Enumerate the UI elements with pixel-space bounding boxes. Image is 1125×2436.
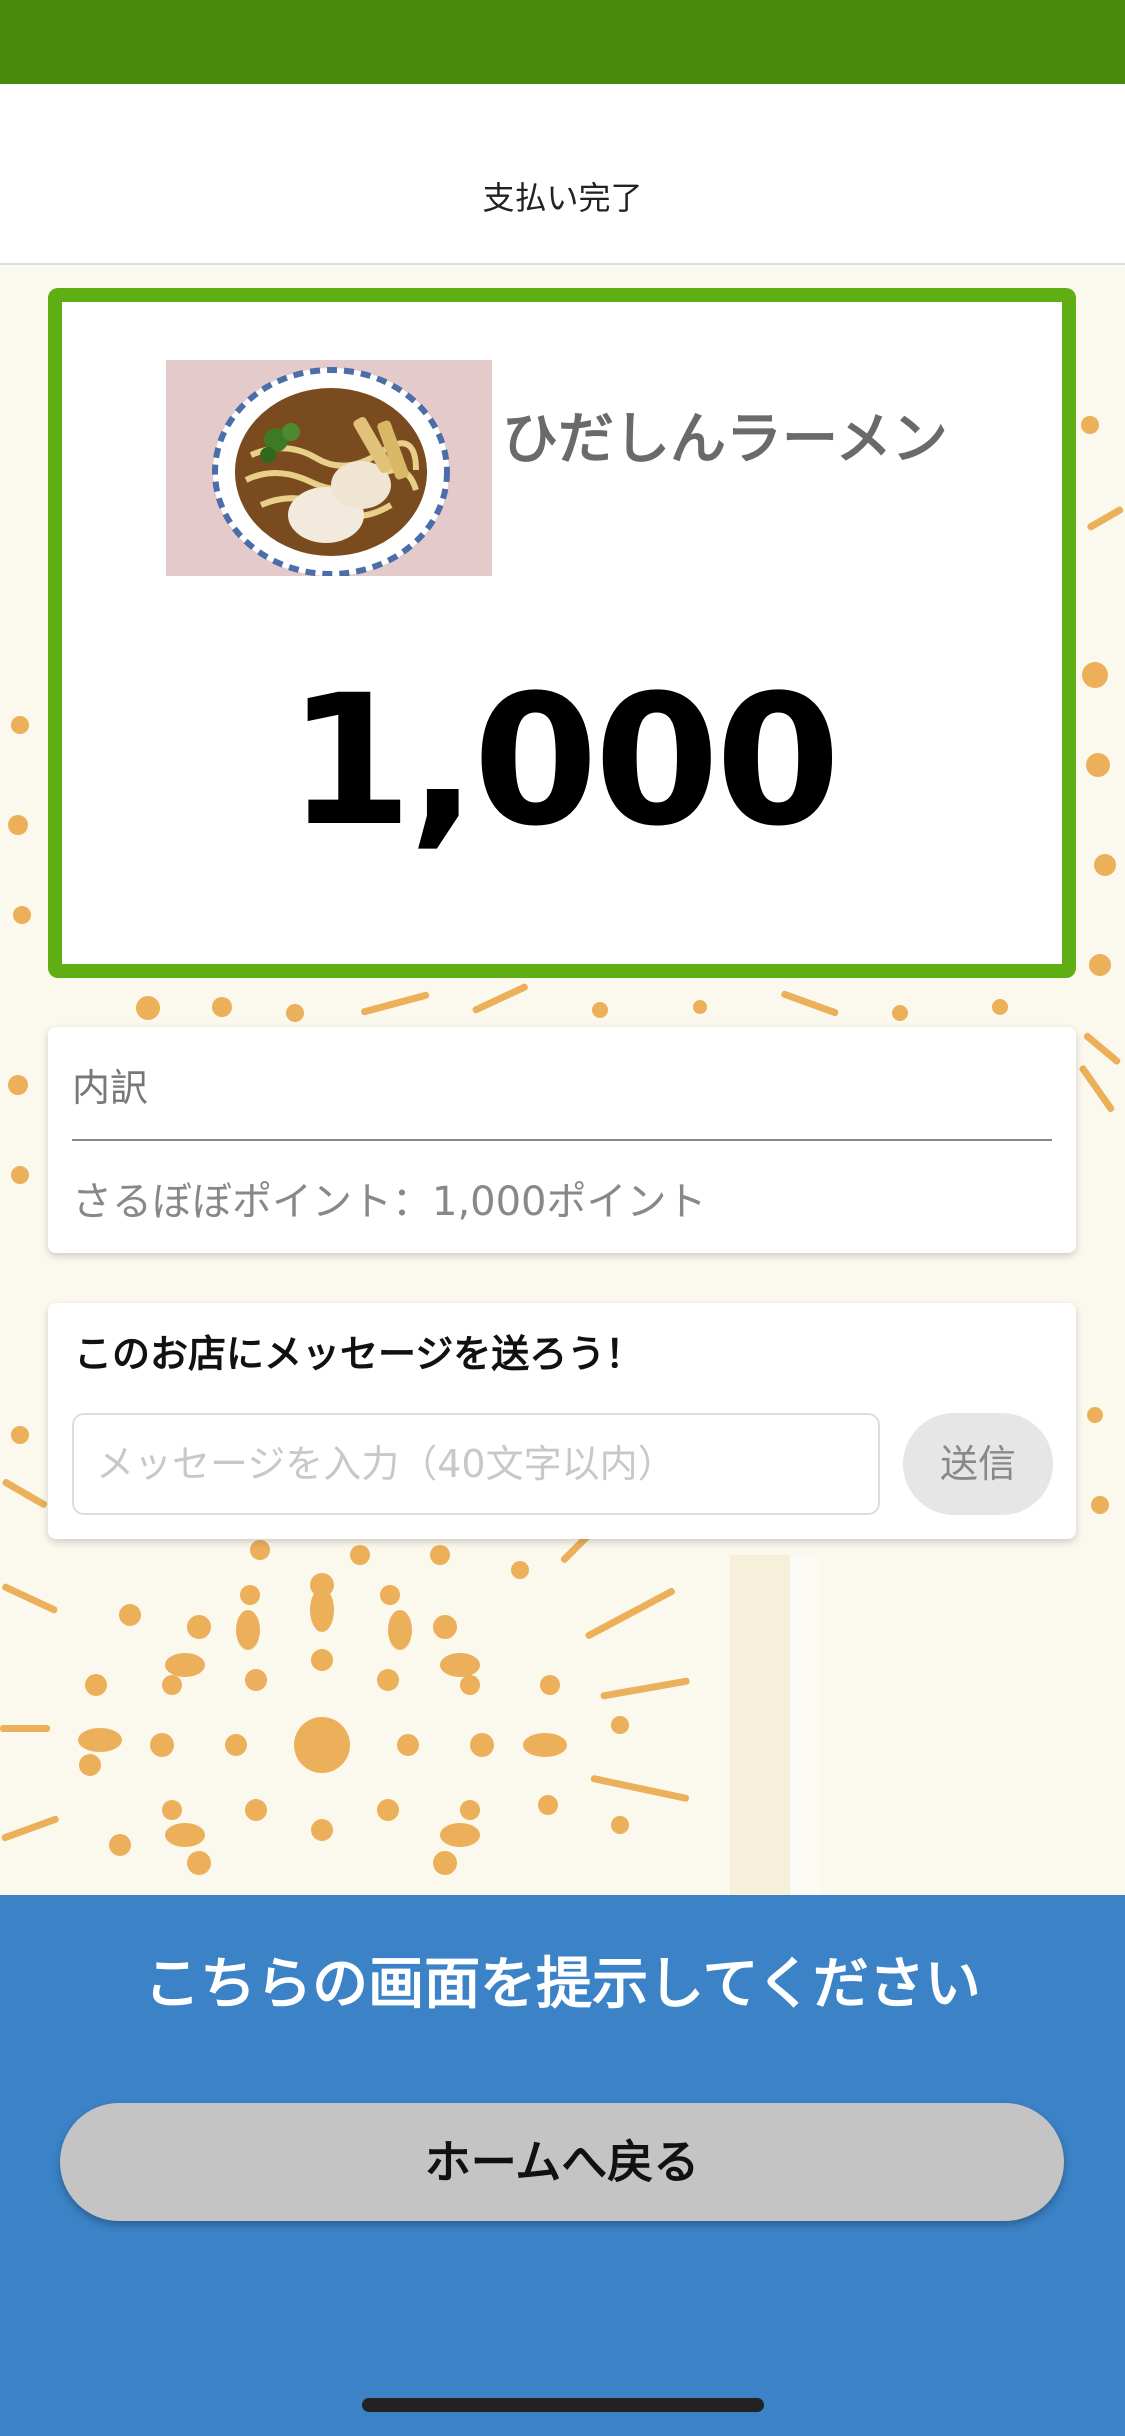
message-card: このお店にメッセージを送ろう！ 送信: [48, 1303, 1076, 1539]
shop-name: ひだしんラーメン: [502, 407, 948, 472]
home-indicator: [362, 2398, 764, 2412]
breakdown-item-points: さるぼぼポイント：1,000ポイント: [72, 1179, 707, 1225]
shop-image: [166, 360, 492, 576]
message-input[interactable]: [72, 1413, 880, 1515]
status-bar: [0, 0, 1125, 84]
ramen-bowl-icon: [166, 360, 492, 576]
breakdown-divider: [72, 1139, 1052, 1141]
navigation-bar: 支払い完了: [0, 84, 1125, 265]
home-button[interactable]: ホームへ戻る: [60, 2103, 1064, 2221]
present-screen-instruction: こちらの画面を提示してください: [144, 1952, 981, 2017]
payment-amount: 1,000: [287, 657, 840, 866]
payment-summary-card: ひだしんラーメン 1,000: [48, 288, 1076, 978]
page-title: 支払い完了: [482, 179, 643, 217]
send-button[interactable]: 送信: [903, 1413, 1053, 1515]
breakdown-card: 内訳 さるぼぼポイント：1,000ポイント: [48, 1027, 1076, 1253]
breakdown-title: 内訳: [72, 1066, 149, 1110]
message-heading: このお店にメッセージを送ろう！: [74, 1332, 644, 1376]
bottom-panel: こちらの画面を提示してください ホームへ戻る: [0, 1895, 1125, 2436]
